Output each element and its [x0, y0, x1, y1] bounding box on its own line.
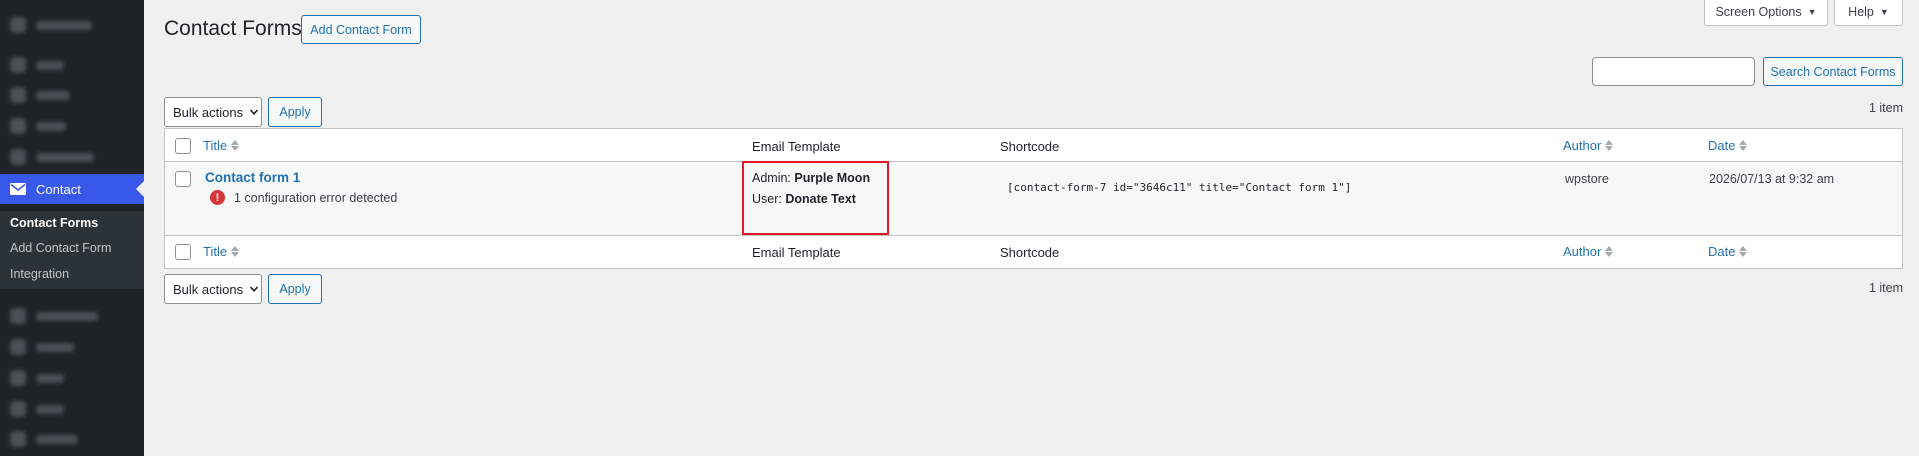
column-author-label: Author — [1563, 138, 1602, 153]
shortcode-text[interactable]: [contact-form-7 id="3646c11" title="Cont… — [1007, 181, 1351, 194]
column-author-footer[interactable]: Author — [1563, 244, 1614, 259]
sidebar-item-comments[interactable] — [0, 142, 144, 172]
blurred-label — [36, 121, 66, 131]
item-count-top: 1 item — [1868, 101, 1903, 115]
select-all-checkbox[interactable] — [175, 138, 191, 154]
sidebar-item-label: Contact — [36, 181, 81, 197]
column-title-header[interactable]: Title — [203, 138, 240, 153]
add-contact-form-button[interactable]: Add Contact Form — [301, 15, 421, 44]
sidebar-item-dashboard[interactable] — [0, 10, 144, 40]
search-contact-forms-button[interactable]: Search Contact Forms — [1763, 57, 1903, 86]
contact-forms-table: Title Email Template Shortcode Author Da… — [164, 128, 1903, 269]
search-input[interactable] — [1592, 57, 1755, 86]
blurred-label — [36, 60, 64, 70]
error-icon: ! — [210, 190, 225, 205]
screen-options-button[interactable]: Screen Options ▼ — [1704, 0, 1828, 26]
table-footer: Title Email Template Shortcode Author Da… — [165, 235, 1902, 268]
author-value: wpstore — [1565, 172, 1609, 186]
email-template-highlight — [742, 161, 889, 235]
bulk-actions-label: Bulk actions — [173, 104, 244, 120]
configuration-error-notice: ! 1 configuration error detected — [210, 190, 397, 205]
contact-submenu: Contact Forms Add Contact Form Integrati… — [0, 211, 144, 289]
column-email-template-header: Email Template — [752, 139, 841, 154]
select-all-checkbox-footer[interactable] — [175, 244, 191, 260]
blurred-label — [36, 373, 64, 383]
bulk-actions-select-top[interactable]: Bulk actions — [164, 97, 262, 127]
dashboard-icon — [10, 17, 26, 33]
sidebar-item-posts[interactable] — [0, 50, 144, 80]
column-date-footer[interactable]: Date — [1708, 244, 1748, 259]
apply-button-top[interactable]: Apply — [268, 97, 322, 127]
help-button[interactable]: Help ▼ — [1834, 0, 1903, 26]
column-shortcode-header: Shortcode — [1000, 139, 1060, 154]
item-count-bottom: 1 item — [1868, 281, 1903, 295]
sort-icon — [231, 140, 240, 151]
column-shortcode-footer: Shortcode — [1000, 245, 1060, 260]
row-title-link[interactable]: Contact form 1 — [205, 170, 300, 185]
users-icon — [10, 370, 26, 386]
blurred-label — [36, 152, 94, 162]
media-icon — [10, 87, 26, 103]
submenu-add-contact-form[interactable]: Add Contact Form — [10, 241, 111, 255]
blurred-label — [36, 434, 78, 444]
posts-icon — [10, 57, 26, 73]
sort-icon — [1739, 246, 1748, 257]
column-author-label: Author — [1563, 244, 1602, 259]
submenu-contact-forms[interactable]: Contact Forms — [10, 216, 98, 230]
table-row: Contact form 1 ! 1 configuration error d… — [165, 162, 1902, 235]
mail-icon — [10, 183, 26, 195]
admin-sidebar: Contact Contact Forms Add Contact Form I… — [0, 0, 144, 456]
column-title-label: Title — [203, 138, 228, 153]
tools-icon — [10, 401, 26, 417]
current-menu-arrow — [136, 181, 144, 197]
blurred-label — [36, 342, 74, 352]
sidebar-item-contact[interactable]: Contact — [0, 174, 144, 204]
caret-down-icon: ▼ — [1807, 7, 1817, 17]
row-checkbox[interactable] — [175, 171, 191, 187]
blurred-label — [36, 311, 98, 321]
date-value: 2026/07/13 at 9:32 am — [1709, 172, 1835, 186]
comments-icon — [10, 149, 26, 165]
sidebar-item-tools[interactable] — [0, 394, 144, 424]
help-label: Help — [1848, 5, 1874, 19]
column-title-footer[interactable]: Title — [203, 244, 240, 259]
sort-icon — [1739, 140, 1748, 151]
error-text: 1 configuration error detected — [234, 190, 398, 205]
apply-button-bottom[interactable]: Apply — [268, 274, 322, 304]
blurred-label — [36, 90, 70, 100]
sidebar-item-plugins[interactable] — [0, 332, 144, 362]
page-title: Contact Forms — [164, 17, 302, 40]
column-author-header[interactable]: Author — [1563, 138, 1614, 153]
bulk-actions-label: Bulk actions — [173, 281, 244, 297]
column-email-template-footer: Email Template — [752, 245, 841, 260]
chevron-down-icon — [250, 286, 259, 292]
pages-icon — [10, 118, 26, 134]
column-date-header[interactable]: Date — [1708, 138, 1748, 153]
sidebar-item-appearance[interactable] — [0, 301, 144, 331]
sort-icon — [1605, 140, 1614, 151]
chevron-down-icon — [250, 109, 259, 115]
bulk-actions-select-bottom[interactable]: Bulk actions — [164, 274, 262, 304]
sidebar-item-media[interactable] — [0, 80, 144, 110]
sidebar-item-users[interactable] — [0, 363, 144, 393]
appearance-icon — [10, 308, 26, 324]
sort-icon — [1605, 246, 1614, 257]
sort-icon — [231, 246, 240, 257]
plugins-icon — [10, 339, 26, 355]
sidebar-item-settings[interactable] — [0, 424, 144, 454]
settings-icon — [10, 431, 26, 447]
blurred-label — [36, 404, 64, 414]
submenu-integration[interactable]: Integration — [10, 267, 69, 281]
column-date-label: Date — [1708, 138, 1736, 153]
column-date-label: Date — [1708, 244, 1736, 259]
column-title-label: Title — [203, 244, 228, 259]
table-header: Title Email Template Shortcode Author Da… — [165, 129, 1902, 162]
caret-down-icon: ▼ — [1879, 7, 1889, 17]
sidebar-item-pages[interactable] — [0, 111, 144, 141]
blurred-label — [36, 20, 92, 30]
screen-options-label: Screen Options — [1715, 5, 1802, 19]
